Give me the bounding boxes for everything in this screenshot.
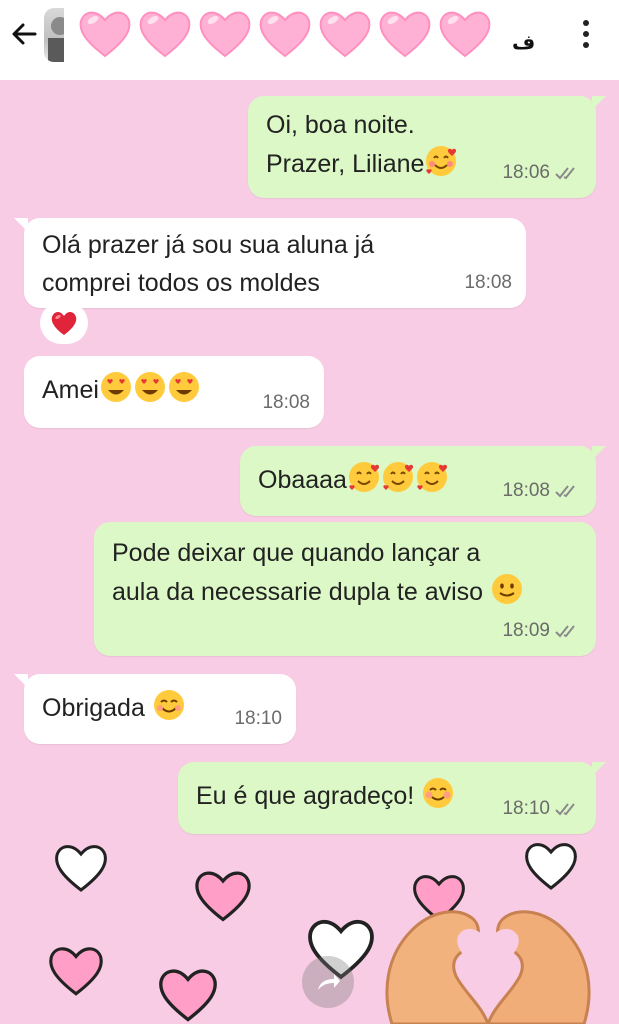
message-text: Obaaaa bbox=[258, 466, 347, 494]
heart-hands-sticker-icon bbox=[385, 910, 591, 1024]
smiling-face-icon bbox=[153, 690, 184, 720]
double-check-icon bbox=[555, 625, 575, 638]
heart-icon bbox=[379, 11, 431, 58]
heart-icon bbox=[259, 11, 311, 58]
red-heart-icon bbox=[51, 311, 77, 335]
pink-heart-decoration-icon bbox=[49, 947, 103, 996]
message-time: 18:06 bbox=[502, 162, 550, 183]
message-text: Eu é que agradeço! bbox=[196, 782, 415, 810]
smiling-face-with-hearts-icon bbox=[382, 462, 414, 492]
message-text: comprei todos os moldes bbox=[42, 269, 320, 297]
double-check-icon bbox=[555, 485, 575, 498]
arrow-left-icon bbox=[12, 23, 37, 45]
message-time: 18:08 bbox=[262, 392, 310, 413]
message-text: Pode deixar que quando lançar a bbox=[112, 539, 481, 567]
heart-icon bbox=[139, 11, 191, 58]
message-time: 18:09 bbox=[502, 620, 550, 641]
avatar[interactable] bbox=[44, 8, 64, 62]
message-time: 18:08 bbox=[464, 272, 512, 293]
message-bubble[interactable]: Pode deixar que quando lançar a aula da … bbox=[94, 522, 596, 656]
chat-header: ف bbox=[0, 0, 619, 80]
message-bubble[interactable]: Eu é que agradeço! 18:10 bbox=[178, 762, 606, 834]
heart-eyes-icon bbox=[168, 372, 199, 402]
message-text: Olá prazer já sou sua aluna já bbox=[42, 231, 375, 259]
smiling-face-with-hearts-icon bbox=[416, 462, 448, 492]
heart-outline-decoration-icon bbox=[525, 843, 577, 890]
message-time: 18:08 bbox=[502, 480, 550, 501]
message-bubble[interactable]: Oi, boa noite. Prazer, Liliane 18:06 bbox=[248, 96, 606, 198]
heart-outline-decoration-icon bbox=[55, 845, 107, 892]
message-text: aula da necessarie dupla te aviso bbox=[112, 578, 484, 606]
smiling-face-with-hearts-icon bbox=[348, 462, 380, 492]
double-check-icon bbox=[555, 803, 575, 816]
menu-button[interactable] bbox=[572, 14, 600, 54]
pink-heart-decoration-icon bbox=[195, 871, 251, 922]
share-forward-icon bbox=[318, 974, 340, 990]
message-text: Oi, boa noite. bbox=[266, 111, 415, 139]
heart-eyes-icon bbox=[100, 372, 131, 402]
message-time: 18:10 bbox=[234, 708, 282, 729]
slight-smile-icon bbox=[492, 574, 523, 604]
smiling-face-with-hearts-icon bbox=[426, 146, 457, 176]
heart-icon bbox=[439, 11, 491, 58]
forward-button[interactable] bbox=[302, 956, 354, 1008]
heart-icon bbox=[79, 11, 131, 58]
heart-icon bbox=[199, 11, 251, 58]
message-text: Obrigada bbox=[42, 694, 145, 722]
back-button[interactable] bbox=[6, 16, 42, 52]
reaction-badge[interactable] bbox=[40, 302, 88, 344]
message-text: Prazer, Liliane bbox=[266, 150, 425, 178]
heart-icon bbox=[319, 11, 371, 58]
blushing-smile-icon bbox=[423, 778, 454, 808]
more-vert-icon bbox=[583, 20, 589, 26]
pink-heart-decoration-icon bbox=[159, 969, 217, 1022]
message-bubble[interactable]: Obrigada 18:10 bbox=[14, 674, 296, 744]
message-bubble[interactable]: Olá prazer já sou sua aluna já comprei t… bbox=[14, 218, 526, 308]
message-time: 18:10 bbox=[502, 798, 550, 819]
message-text: Amei bbox=[42, 376, 99, 404]
subtitle-glyph: ف bbox=[512, 30, 536, 54]
double-check-icon bbox=[555, 167, 575, 180]
contact-name[interactable] bbox=[76, 6, 494, 60]
message-bubble[interactable]: Amei 18:08 bbox=[24, 356, 324, 428]
heart-eyes-icon bbox=[134, 372, 165, 402]
message-bubble[interactable]: Obaaaa 18:08 bbox=[240, 446, 606, 516]
